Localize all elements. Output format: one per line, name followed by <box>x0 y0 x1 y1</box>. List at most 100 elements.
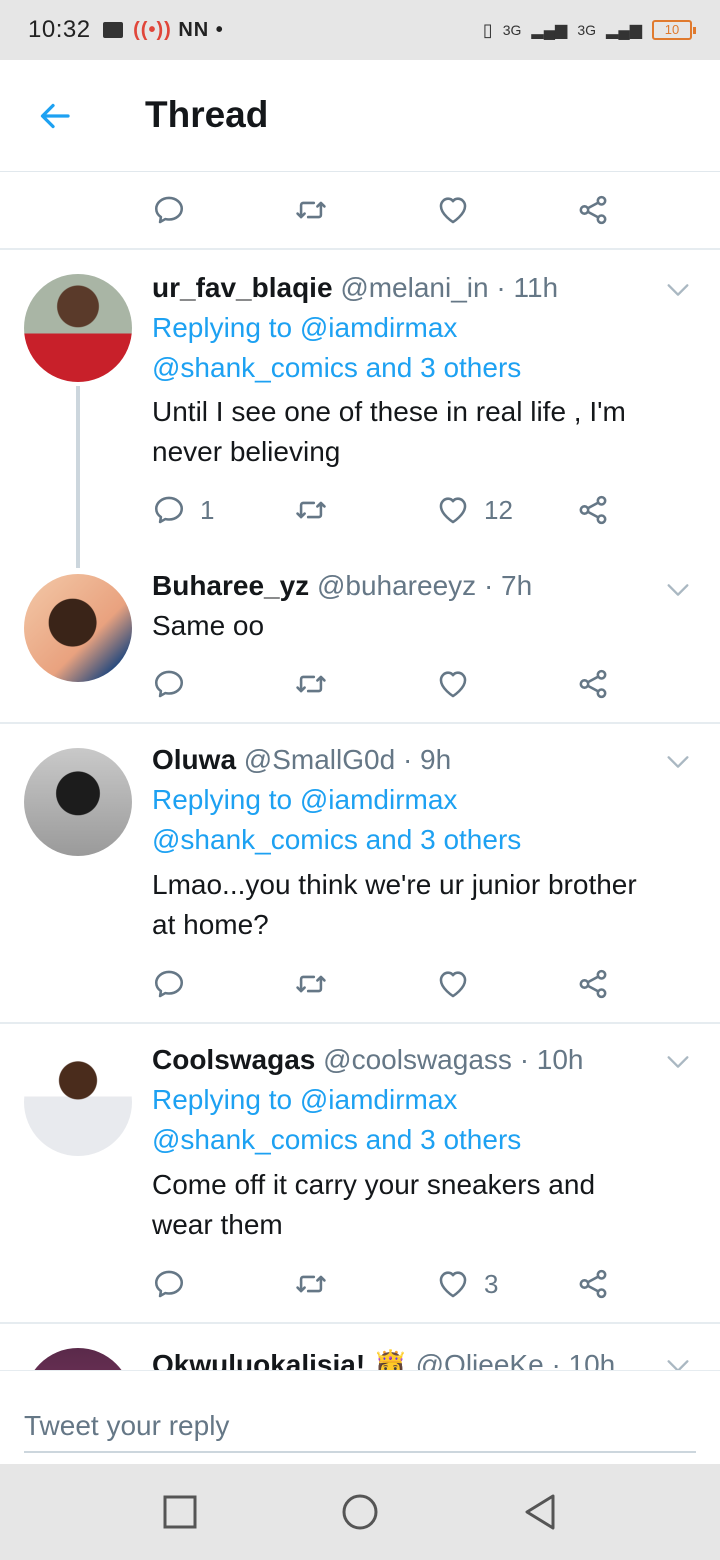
tweet[interactable]: Buharee_yz @buhareeyz · 7h Same oo <box>0 566 720 722</box>
replying-others-link[interactable]: @shank_comics and 3 others <box>152 352 521 383</box>
tweet-actions: 3 <box>152 1264 622 1304</box>
reply-button[interactable] <box>152 664 186 704</box>
notification-text: NN <box>178 18 210 41</box>
user-handle: @buhareeyz <box>316 570 477 601</box>
avatar[interactable] <box>24 574 132 682</box>
notification-icons: ((•)) NN • <box>102 18 224 42</box>
share-icon <box>576 667 610 701</box>
retweet-icon <box>294 493 328 527</box>
replying-user-link[interactable]: @iamdirmax <box>300 312 458 343</box>
recents-icon[interactable] <box>160 1492 200 1532</box>
like-button[interactable]: 12 <box>436 490 513 530</box>
reply-input[interactable] <box>24 1401 696 1453</box>
reply-button[interactable]: 1 <box>152 490 214 530</box>
replying-others-link[interactable]: @shank_comics and 3 others <box>152 824 521 855</box>
status-icons: ▯ 3G ▂▄▆ 3G ▂▄▆ 10 <box>483 0 696 60</box>
tweet-time: · 7h <box>483 570 533 601</box>
tweet-time: · 10h <box>551 1349 616 1370</box>
reply-composer <box>0 1370 720 1464</box>
heart-icon <box>436 967 470 1001</box>
replying-prefix: Replying to <box>152 1084 300 1115</box>
share-button[interactable] <box>576 1264 610 1304</box>
like-button[interactable] <box>436 964 470 1004</box>
tweet-text-line: Come off it carry your sneakers and <box>152 1169 596 1200</box>
tweet-text-line: wear them <box>152 1209 283 1240</box>
header: Thread <box>0 60 720 172</box>
tweet-text-line: at home? <box>152 909 269 940</box>
back-button[interactable] <box>36 96 76 136</box>
share-button[interactable] <box>576 490 610 530</box>
replying-prefix: Replying to <box>152 784 300 815</box>
avatar[interactable] <box>24 274 132 382</box>
chevron-down-icon[interactable] <box>664 1048 692 1076</box>
chevron-down-icon[interactable] <box>664 576 692 604</box>
avatar[interactable] <box>24 1348 132 1370</box>
tweet-actions <box>152 664 622 704</box>
tweet-time: · 10h <box>519 1044 584 1075</box>
tweet-text-line: never believing <box>152 436 341 467</box>
tweet-text-line: Until I see one of these in real life , … <box>152 396 626 427</box>
retweet-button[interactable] <box>294 964 328 1004</box>
retweet-icon <box>294 1267 328 1301</box>
retweet-button[interactable] <box>294 490 328 530</box>
like-button[interactable] <box>436 664 470 704</box>
replying-user-link[interactable]: @iamdirmax <box>300 1084 458 1115</box>
comment-icon <box>152 967 186 1001</box>
tweet-actions: 1 12 <box>152 490 622 530</box>
replying-to: Replying to @iamdirmax @shank_comics and… <box>152 780 521 860</box>
reply-count: 1 <box>200 494 215 525</box>
tweet-header: Okwuluokalisia! 👸 @OlieeKe · 10h <box>152 1348 615 1370</box>
share-button[interactable] <box>576 190 610 230</box>
replying-others-link[interactable]: @shank_comics and 3 others <box>152 1124 521 1155</box>
network-label-2: 3G <box>577 22 597 38</box>
tweet[interactable]: Okwuluokalisia! 👸 @OlieeKe · 10h <box>0 1324 720 1370</box>
reply-button[interactable] <box>152 1264 186 1304</box>
share-icon <box>576 193 610 227</box>
home-icon[interactable] <box>340 1492 380 1532</box>
tweet-text: Until I see one of these in real life , … <box>152 392 682 472</box>
chevron-down-icon[interactable] <box>664 1352 692 1370</box>
display-name[interactable]: Buharee_yz <box>152 570 309 601</box>
display-name[interactable]: Coolswagas <box>152 1044 315 1075</box>
tweet-text-line: Same oo <box>152 610 265 641</box>
tweet-text: Lmao...you think we're ur junior brother… <box>152 865 682 945</box>
retweet-button[interactable] <box>294 1264 328 1304</box>
share-button[interactable] <box>576 664 610 704</box>
reply-button[interactable] <box>152 964 186 1004</box>
retweet-icon <box>294 967 328 1001</box>
retweet-button[interactable] <box>294 190 328 230</box>
share-button[interactable] <box>576 964 610 1004</box>
thread-connector <box>76 386 80 568</box>
tweet-header: Buharee_yz @buhareeyz · 7h <box>152 570 532 602</box>
chevron-down-icon[interactable] <box>664 748 692 776</box>
avatar[interactable] <box>24 748 132 856</box>
heart-icon <box>436 1267 470 1301</box>
heart-icon <box>436 493 470 527</box>
replying-user-link[interactable]: @iamdirmax <box>300 784 458 815</box>
user-handle: @melani_in <box>340 272 489 303</box>
tweet[interactable]: ur_fav_blaqie @melani_in · 11h Replying … <box>0 250 720 568</box>
share-icon <box>576 493 610 527</box>
chevron-down-icon[interactable] <box>664 276 692 304</box>
replying-to: Replying to @iamdirmax @shank_comics and… <box>152 1080 521 1160</box>
retweet-icon <box>294 193 328 227</box>
network-label: 3G <box>502 22 522 38</box>
tweet-actions <box>152 190 622 230</box>
arrow-left-icon <box>40 103 70 129</box>
tweet[interactable]: Oluwa @SmallG0d · 9h Replying to @iamdir… <box>0 724 720 1022</box>
heart-icon <box>436 667 470 701</box>
retweet-button[interactable] <box>294 664 328 704</box>
reply-button[interactable] <box>152 190 186 230</box>
comment-icon <box>152 1267 186 1301</box>
display-name[interactable]: Okwuluokalisia! 👸 <box>152 1349 408 1370</box>
display-name[interactable]: ur_fav_blaqie <box>152 272 333 303</box>
battery-icon: 10 <box>652 20 696 40</box>
display-name[interactable]: Oluwa <box>152 744 236 775</box>
back-triangle-icon[interactable] <box>520 1492 560 1532</box>
like-button[interactable]: 3 <box>436 1264 498 1304</box>
avatar[interactable] <box>24 1048 132 1156</box>
tweet-actions <box>152 964 622 1004</box>
like-button[interactable] <box>436 190 470 230</box>
page-title: Thread <box>145 94 269 135</box>
tweet[interactable]: Coolswagas @coolswagass · 10h Replying t… <box>0 1024 720 1322</box>
